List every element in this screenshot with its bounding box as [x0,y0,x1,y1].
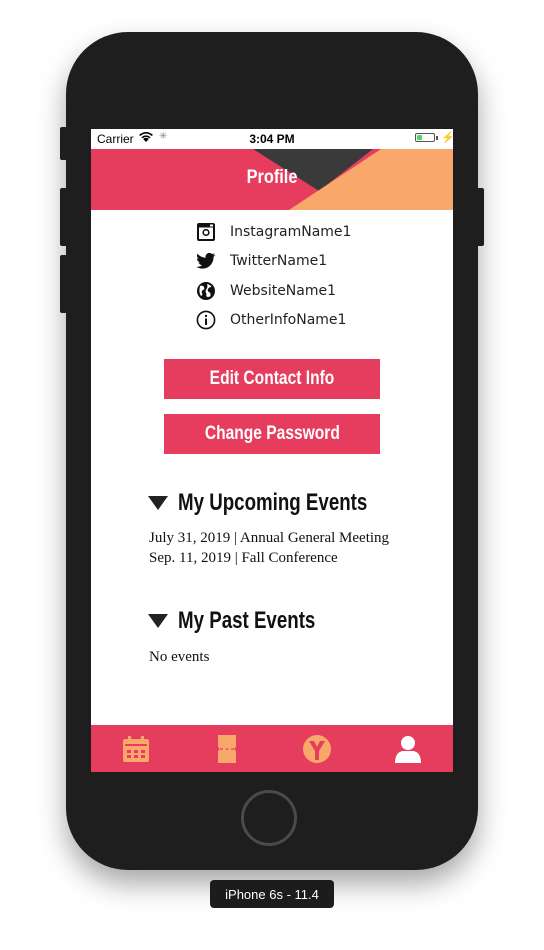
other-info-label: OtherInfoName1 [230,312,347,329]
social-row-instagram[interactable]: InstagramName1 [195,217,351,247]
upcoming-events-title: My Upcoming Events [178,489,368,516]
upcoming-events-header[interactable]: My Upcoming Events [148,489,421,517]
ticket-icon [218,735,236,763]
calendar-icon [123,736,149,762]
logo-y-icon [303,735,331,763]
tab-tickets[interactable] [211,733,243,765]
collapse-triangle-icon [148,614,168,628]
status-time: 3:04 PM [249,132,295,146]
battery-tip [436,136,438,140]
volume-up-button [60,188,68,246]
page-title: Profile [246,167,298,188]
instagram-icon [195,221,217,243]
battery-icon [415,133,435,142]
twitter-icon [195,250,217,272]
tab-profile[interactable] [392,733,424,765]
social-row-website[interactable]: WebsiteName1 [195,276,351,306]
social-row-other[interactable]: OtherInfoName1 [195,306,351,336]
past-events-header[interactable]: My Past Events [148,607,354,635]
tab-bar [91,725,453,772]
header: Profile [91,149,453,210]
website-label: WebsiteName1 [230,282,337,299]
globe-icon [195,280,217,302]
tab-home[interactable] [301,733,333,765]
twitter-label: TwitterName1 [230,253,328,270]
profile-icon [395,736,421,763]
no-events-text: No events [149,649,210,665]
past-events-title: My Past Events [178,607,316,634]
volume-down-button [60,255,68,313]
change-password-button[interactable]: Change Password [164,414,380,454]
social-row-twitter[interactable]: TwitterName1 [195,247,351,277]
screen: Carrier ✳ 3:04 PM ⚡ Profile InstagramNam… [91,129,453,772]
tab-calendar[interactable] [120,733,152,765]
edit-contact-info-label: Edit Contact Info [209,368,335,389]
event-item[interactable]: July 31, 2019 | Annual General Meeting [149,530,389,547]
event-item[interactable]: Sep. 11, 2019 | Fall Conference [149,550,338,567]
mute-switch [60,127,68,160]
social-list: InstagramName1 TwitterName1 WebsiteName1 [195,217,351,335]
instagram-label: InstagramName1 [230,223,352,240]
status-bar: Carrier ✳ 3:04 PM ⚡ [91,129,453,149]
collapse-triangle-icon [148,496,168,510]
device-label: iPhone 6s - 11.4 [210,880,334,908]
edit-contact-info-button[interactable]: Edit Contact Info [164,359,380,399]
home-button[interactable] [241,790,297,846]
change-password-label: Change Password [204,423,340,444]
info-icon [195,309,217,331]
power-button [476,188,484,246]
charging-bolt-icon: ⚡ [441,132,453,144]
